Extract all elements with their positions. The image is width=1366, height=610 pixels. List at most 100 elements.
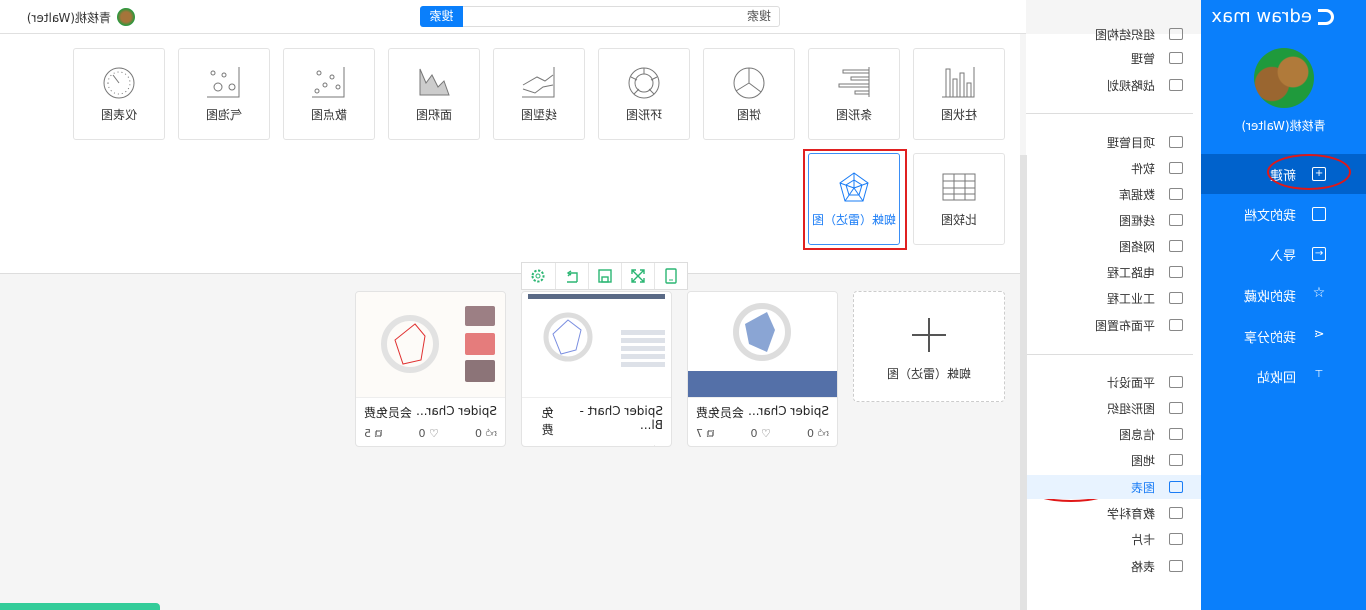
like-count[interactable]: 👍︎ 0 (807, 427, 829, 441)
chart-type-label: 面积图 (416, 108, 453, 122)
favorite-count[interactable]: ♡ 0 (588, 444, 608, 447)
category-icon (1169, 188, 1183, 200)
scrollbar[interactable] (1020, 155, 1027, 610)
sidebar-item-label: 我的收藏 (1243, 289, 1296, 305)
chart-type-card[interactable]: 面积图 (388, 48, 480, 140)
category-item[interactable]: 工业工程 (1026, 286, 1201, 310)
like-count[interactable]: 👍︎ 0 (641, 444, 663, 447)
expand-icon[interactable] (621, 263, 654, 289)
search-button[interactable]: 搜索 (420, 6, 463, 27)
rotate-icon[interactable] (555, 263, 588, 289)
divider (1026, 113, 1193, 114)
template-thumbnail[interactable] (688, 292, 837, 398)
sidebar-item-my-docs[interactable]: 我的文档 (1201, 194, 1366, 234)
category-label: 组织结构图 (1094, 27, 1155, 42)
category-item[interactable]: 网络图 (1026, 234, 1201, 258)
chart-type-label: 线型图 (521, 108, 558, 122)
category-item[interactable]: 平面设计 (1026, 370, 1201, 394)
category-icon (1169, 162, 1183, 174)
category-label: 电路工程 (1106, 265, 1155, 280)
chart-type-label: 柱状图 (941, 108, 978, 122)
chart-type-icon (312, 67, 345, 98)
category-icon (1169, 292, 1183, 304)
template-card[interactable]: Spider Char... 会员免费 👍︎ 0 ♡ 0 ⧉ 5 (355, 291, 506, 447)
category-icon (1169, 136, 1183, 148)
sidebar: edraw max 青核桃(Walter) + 新建 我的文档 ← 导入 ☆ 我的收藏… (1201, 0, 1366, 610)
category-icon (1169, 319, 1183, 331)
search-input[interactable]: 搜索 搜索 (420, 6, 780, 27)
gear-icon[interactable] (522, 263, 555, 289)
copy-icon: ⧉ (706, 427, 715, 440)
logo-icon (1318, 8, 1334, 25)
annotation-ellipse (1267, 154, 1351, 190)
category-icon (1169, 266, 1183, 278)
category-icon (1169, 214, 1183, 226)
like-value: 0 (641, 444, 648, 447)
chart-type-card[interactable]: 仪表图 (73, 48, 165, 140)
category-icon (1169, 402, 1183, 414)
copy-icon: ⧉ (548, 444, 556, 447)
category-item[interactable]: 战略规划 (1026, 73, 1201, 97)
category-item[interactable]: 软件 (1026, 156, 1201, 180)
like-count[interactable]: 👍︎ 0 (475, 427, 497, 441)
sidebar-item-favorites[interactable]: ☆ 我的收藏 (1201, 275, 1366, 315)
price-badge: 免费 (541, 406, 554, 437)
category-item[interactable]: 表格 (1026, 554, 1201, 578)
sidebar-item-trash[interactable]: ⊤ 回收站 (1201, 356, 1366, 396)
category-item[interactable]: 教育科学 (1026, 501, 1201, 525)
chart-type-card[interactable]: 环形图 (598, 48, 690, 140)
favorite-value: 0 (588, 444, 595, 447)
favorite-count[interactable]: ♡ 0 (751, 427, 771, 441)
category-item[interactable]: 图形组织 (1026, 396, 1201, 420)
save-icon[interactable] (588, 263, 621, 289)
category-item[interactable]: 数据库 (1026, 182, 1201, 206)
category-item[interactable]: 管理 (1026, 46, 1201, 70)
heart-icon: ♡ (429, 427, 439, 440)
chart-type-card[interactable]: 条形图 (808, 48, 900, 140)
sidebar-item-import[interactable]: ← 导入 (1201, 234, 1366, 274)
sidebar-item-label: 我的文档 (1243, 208, 1296, 224)
template-thumbnail[interactable] (522, 292, 671, 398)
category-icon (1169, 481, 1183, 493)
category-item[interactable]: 线框图 (1026, 208, 1201, 232)
sidebar-item-share[interactable]: ⋖ 我的分享 (1201, 316, 1366, 356)
chart-type-card[interactable]: 比较图 (913, 153, 1005, 245)
avatar[interactable] (1254, 48, 1314, 108)
sidebar-item-label: 回收站 (1256, 370, 1296, 386)
category-item[interactable]: 电路工程 (1026, 260, 1201, 284)
category-item[interactable]: 项目管理 (1026, 130, 1201, 154)
category-item[interactable]: 图表 (1026, 475, 1201, 499)
chart-type-card[interactable]: 气泡图 (178, 48, 270, 140)
category-item[interactable]: 卡片 (1026, 527, 1201, 551)
chart-type-card[interactable]: 柱状图 (913, 48, 1005, 140)
category-item[interactable]: 平面布置图 (1026, 313, 1201, 337)
favorite-value: 0 (418, 427, 426, 440)
template-thumbnail[interactable] (356, 292, 505, 398)
chart-type-card[interactable]: 散点图 (283, 48, 375, 140)
template-card[interactable]: Spider Char... 会员免费 👍︎ 0 ♡ 0 ⧉ 7 (687, 291, 838, 447)
template-title: Spider Chart - Bl... (579, 404, 663, 432)
category-item[interactable]: 地图 (1026, 448, 1201, 472)
chart-type-label: 仪表图 (101, 108, 138, 122)
category-label: 信息图 (1118, 427, 1155, 442)
phone-icon[interactable] (654, 263, 687, 289)
copy-value: 7 (696, 427, 704, 440)
new-blank-card[interactable]: 蜘蛛（雷达）图 (853, 291, 1005, 402)
thumbs-up-icon: 👍︎ (652, 444, 664, 447)
category-icon (1169, 560, 1183, 572)
category-label: 平面布置图 (1094, 318, 1155, 333)
category-label: 线框图 (1118, 213, 1155, 228)
category-icon (1169, 507, 1183, 519)
template-card[interactable]: Spider Chart - Bl...免费 👍︎ 0♡ 0⧉ 20 (521, 291, 672, 447)
category-item[interactable]: 组织结构图 (1026, 22, 1201, 46)
category-item[interactable]: 信息图 (1026, 422, 1201, 446)
chart-type-card[interactable]: 线型图 (493, 48, 585, 140)
favorite-count[interactable]: ♡ 0 (419, 427, 439, 441)
category-icon (1169, 428, 1183, 440)
user-menu[interactable]: 青核桃(Walter) (27, 8, 135, 26)
chart-type-icon (103, 67, 135, 99)
category-label: 图表 (1130, 480, 1155, 495)
chart-type-icon (733, 67, 765, 99)
logo-text: edraw max (1211, 6, 1312, 27)
chart-type-card[interactable]: 饼图 (703, 48, 795, 140)
